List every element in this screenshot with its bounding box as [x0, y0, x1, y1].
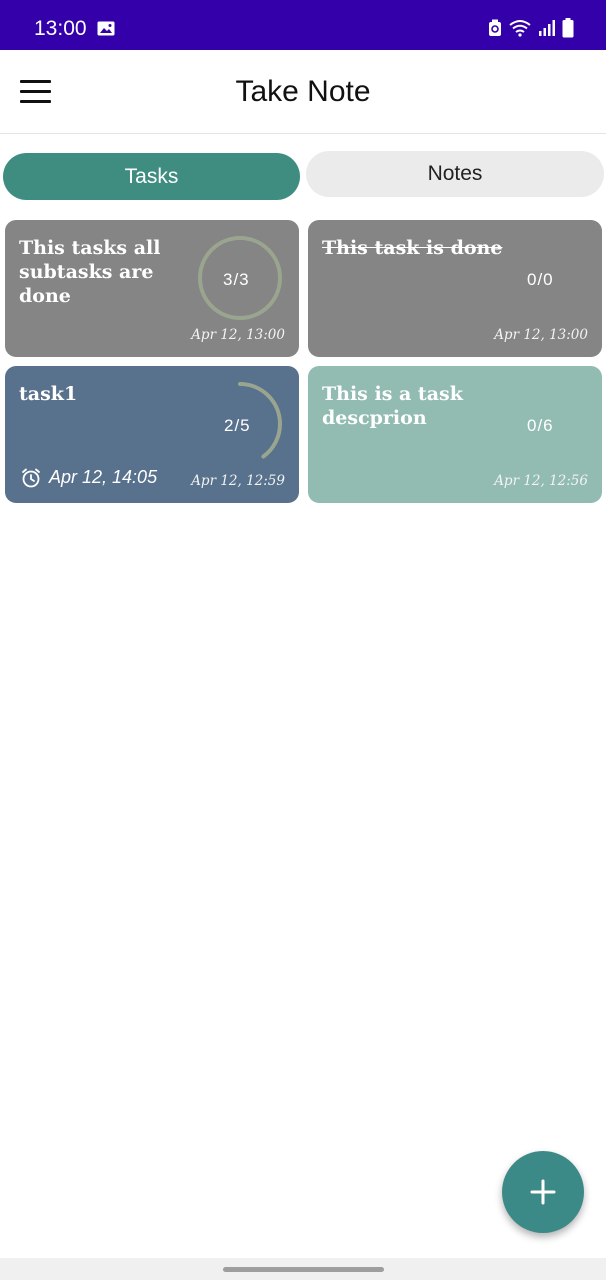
signal-icon: [539, 20, 555, 36]
task-card[interactable]: This tasks all subtasks are done 3/3 Apr…: [5, 220, 299, 357]
task-date: Apr 12, 12:56: [494, 473, 588, 489]
task-card[interactable]: This is a task descprion 0/6 Apr 12, 12:…: [308, 366, 602, 503]
add-task-button[interactable]: [502, 1151, 584, 1233]
status-icons: [488, 17, 574, 39]
tab-tasks[interactable]: Tasks: [3, 153, 300, 200]
system-nav-bar: [0, 1258, 606, 1280]
task-date: Apr 12, 12:59: [191, 473, 285, 489]
home-gesture-handle[interactable]: [223, 1267, 384, 1272]
alarm-clock-icon: [22, 468, 40, 487]
task-title: This is a task descprion: [322, 383, 463, 429]
task-title: This task is done: [322, 237, 503, 259]
status-time: 13:00: [34, 17, 87, 40]
status-bar: 13:00: [0, 0, 606, 50]
battery-icon: [562, 18, 574, 38]
app-title: Take Note: [235, 75, 371, 108]
reminder: Apr 12, 14:05: [21, 467, 157, 488]
battery-saver-icon: [489, 19, 501, 36]
task-title: task1: [19, 383, 78, 405]
task-card[interactable]: This task is done 0/0 Apr 12, 13:00: [308, 220, 602, 357]
tab-notes[interactable]: Notes: [306, 151, 604, 197]
app-bar: Take Note: [0, 50, 606, 134]
task-date: Apr 12, 13:00: [494, 327, 588, 343]
subtask-count: 0/6: [527, 416, 554, 435]
task-title: This tasks all subtasks are done: [19, 237, 161, 307]
subtask-count: 2/5: [224, 416, 251, 435]
subtask-count: 0/0: [527, 270, 554, 289]
task-card[interactable]: task1 2/5 Apr 12, 14:05 Apr 12, 12:59: [5, 366, 299, 503]
wifi-icon: [509, 20, 531, 37]
image-icon: [97, 21, 115, 36]
task-date: Apr 12, 13:00: [191, 327, 285, 343]
plus-icon: [530, 1179, 556, 1205]
reminder-time: Apr 12, 14:05: [49, 467, 158, 487]
subtask-count: 3/3: [223, 270, 250, 289]
